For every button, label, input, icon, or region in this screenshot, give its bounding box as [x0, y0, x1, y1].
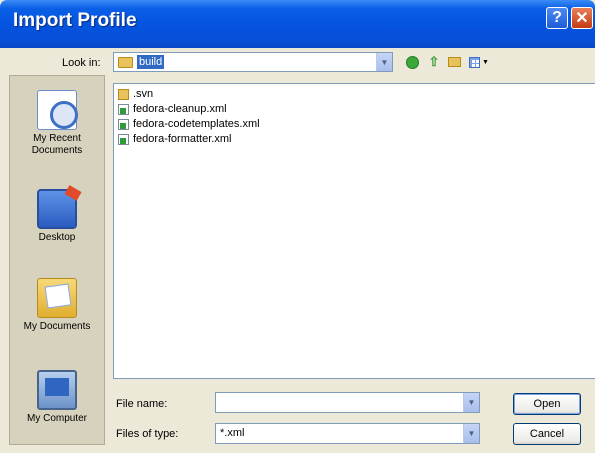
views-icon [469, 56, 481, 68]
my-documents-icon [37, 278, 77, 318]
help-button[interactable]: ? [546, 7, 568, 29]
file-name-input[interactable]: ▼ [215, 392, 480, 413]
file-name: .svn [133, 88, 154, 100]
place-label: My Recent Documents [31, 133, 83, 156]
places-bar: My Recent Documents Desktop My Documents… [9, 75, 105, 445]
up-folder-icon: ⇧ [428, 54, 440, 69]
files-of-type-dropdown[interactable]: *.xml ▼ [215, 423, 480, 444]
place-desktop[interactable]: Desktop [10, 189, 104, 244]
place-my-documents[interactable]: My Documents [10, 278, 104, 333]
place-label: My Computer [26, 413, 87, 424]
list-item[interactable]: fedora-codetemplates.xml [118, 117, 260, 131]
chevron-down-icon: ▼ [482, 58, 489, 66]
file-name: fedora-cleanup.xml [133, 103, 227, 115]
title-bar[interactable]: Import Profile ? ✕ [0, 0, 595, 48]
look-in-label: Look in: [62, 57, 101, 69]
cancel-button[interactable]: Cancel [513, 423, 581, 445]
window-title: Import Profile [13, 10, 137, 31]
files-of-type-value: *.xml [220, 427, 245, 439]
xml-file-icon [118, 103, 129, 115]
recent-documents-icon [37, 90, 78, 130]
new-folder-icon [447, 57, 461, 67]
chevron-down-icon[interactable]: ▼ [376, 53, 392, 71]
place-my-computer[interactable]: My Computer [10, 370, 104, 425]
file-name: fedora-codetemplates.xml [133, 118, 260, 130]
files-of-type-label: Files of type: [116, 428, 179, 440]
list-item[interactable]: fedora-cleanup.xml [118, 102, 227, 116]
place-label: Desktop [38, 232, 76, 243]
back-icon [405, 55, 419, 69]
file-name-label: File name: [116, 398, 168, 410]
desktop-icon [37, 189, 77, 229]
place-my-recent-documents[interactable]: My Recent Documents [10, 90, 104, 157]
my-computer-icon [37, 370, 77, 410]
xml-file-icon [118, 118, 129, 130]
close-button[interactable]: ✕ [571, 7, 593, 29]
list-item[interactable]: .svn [118, 87, 153, 101]
back-button[interactable] [404, 54, 420, 70]
chevron-down-icon[interactable]: ▼ [463, 393, 479, 412]
list-item[interactable]: fedora-formatter.xml [118, 132, 231, 146]
new-folder-button[interactable] [446, 54, 462, 70]
place-label: My Documents [23, 321, 91, 332]
views-menu-button[interactable]: ▼ [467, 54, 491, 70]
look-in-dropdown[interactable]: build ▼ [113, 52, 393, 72]
folder-icon [118, 57, 133, 68]
xml-file-icon [118, 133, 129, 145]
folder-icon [118, 88, 129, 100]
look-in-value: build [137, 55, 165, 69]
file-name: fedora-formatter.xml [133, 133, 232, 145]
file-list[interactable]: .svn fedora-cleanup.xml fedora-codetempl… [113, 83, 595, 379]
up-one-level-button[interactable]: ⇧ [426, 54, 442, 70]
chevron-down-icon[interactable]: ▼ [463, 424, 479, 443]
open-button[interactable]: Open [513, 393, 581, 415]
